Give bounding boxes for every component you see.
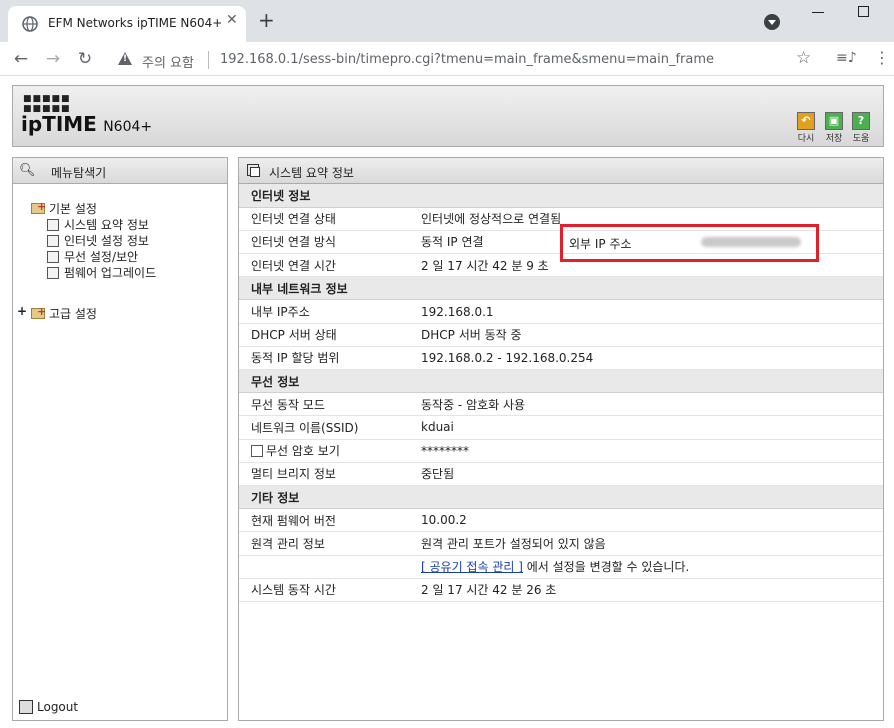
tab-title: EFM Networks ipTIME N604+ — [48, 16, 223, 30]
wireless-icon — [47, 251, 59, 263]
table-row: 무선 동작 모드 동작중 - 암호화 사용 — [239, 392, 883, 417]
close-icon[interactable]: ✕ — [226, 12, 238, 28]
save-button[interactable]: ▣ 저장 — [823, 112, 845, 144]
media-control-icon[interactable]: ≡♪ — [836, 50, 857, 66]
menu-explorer: 🔍︎ 메뉴탐색기 기본 설정 시스템 요약 정보 인터넷 설정 정보 무선 설정… — [12, 157, 228, 721]
table-row: 네트워크 이름(SSID) kduai — [239, 415, 883, 440]
undo-button[interactable]: ↶ 다시 — [795, 112, 817, 144]
menu-explorer-title: 메뉴탐색기 — [51, 166, 107, 180]
address-separator — [208, 51, 209, 69]
section-wireless: 무선 정보 — [239, 369, 883, 394]
section-lan: 내부 네트워크 정보 — [239, 276, 883, 301]
save-icon: ▣ — [825, 112, 843, 130]
table-row: 멀티 브리지 정보 중단됨 — [239, 462, 883, 486]
table-row: 시스템 동작 시간 2 일 17 시간 42 분 26 초 — [239, 578, 883, 602]
logout-icon — [19, 700, 33, 714]
magnifier-icon: 🔍︎ — [19, 163, 36, 178]
tree-folder-basic[interactable]: 기본 설정 — [31, 200, 97, 217]
external-ip-label: 외부 IP 주소 — [569, 237, 632, 251]
new-tab-button[interactable]: + — [258, 10, 275, 30]
minimize-icon[interactable] — [812, 12, 824, 13]
help-button[interactable]: ? 도움 — [850, 112, 872, 144]
reload-icon[interactable]: ↻ — [74, 48, 96, 70]
table-row: [ 공유기 접속 관리 ] 에서 설정을 변경할 수 있습니다. — [239, 555, 883, 579]
table-row: 원격 관리 정보 원격 관리 포트가 설정되어 있지 않음 — [239, 531, 883, 556]
show-password-checkbox[interactable] — [251, 445, 263, 458]
back-icon[interactable]: ← — [10, 48, 32, 70]
system-summary-panel: 시스템 요약 정보 인터넷 정보 인터넷 연결 상태 인터넷에 정상적으로 연결됨… — [238, 157, 884, 721]
url-text[interactable]: 192.168.0.1/sess-bin/timepro.cgi?tmenu=m… — [220, 52, 714, 67]
external-ip-highlight: 외부 IP 주소 — [560, 224, 819, 262]
menu-item-system-summary[interactable]: 시스템 요약 정보 — [47, 216, 149, 233]
menu-item-internet-settings[interactable]: 인터넷 설정 정보 — [47, 232, 149, 249]
address-bar[interactable]: ! 주의 요함 192.168.0.1/sess-bin/timepro.cgi… — [108, 46, 826, 74]
table-row: 동적 IP 할당 범위 192.168.0.2 - 192.168.0.254 — [239, 346, 883, 371]
forward-icon[interactable]: → — [42, 48, 64, 70]
wireless-password-masked: ******** — [409, 439, 883, 463]
browser-tab[interactable]: EFM Networks ipTIME N604+ ✕ — [8, 6, 246, 42]
star-icon[interactable]: ☆ — [796, 48, 811, 68]
section-etc: 기타 정보 — [239, 485, 883, 510]
browser-tabstrip: EFM Networks ipTIME N604+ ✕ + — [0, 0, 894, 42]
router-page: ■■■■■ ■■■■■ ipTIME N604+ ↶ 다시 ▣ 저장 ? 도움 🔍… — [0, 77, 894, 728]
monitor-icon — [47, 235, 59, 247]
table-row: DHCP 서버 상태 DHCP 서버 동작 중 — [239, 323, 883, 347]
table-row: 무선 암호 보기 ******** — [239, 439, 883, 463]
external-ip-redacted — [701, 237, 801, 247]
table-row: 현재 펌웨어 버전 10.00.2 — [239, 508, 883, 533]
tree-folder-advanced[interactable]: 고급 설정 — [31, 305, 97, 322]
expand-icon[interactable]: + — [17, 304, 27, 318]
upgrade-icon — [47, 267, 59, 279]
logo-dots-icon: ■■■■■ ■■■■■ — [23, 94, 71, 114]
tab-search-icon[interactable] — [764, 14, 780, 30]
menu-item-wireless-security[interactable]: 무선 설정/보안 — [47, 248, 138, 265]
logout-button[interactable]: Logout — [19, 700, 78, 714]
help-icon: ? — [852, 112, 870, 130]
section-internet: 인터넷 정보 — [239, 184, 883, 208]
router-header: ■■■■■ ■■■■■ ipTIME N604+ ↶ 다시 ▣ 저장 ? 도움 — [12, 85, 884, 147]
panel-header: 시스템 요약 정보 — [239, 158, 883, 184]
folder-icon — [31, 200, 46, 214]
browser-toolbar: ← → ↻ ! 주의 요함 192.168.0.1/sess-bin/timep… — [0, 42, 894, 76]
table-row: 내부 IP주소 192.168.0.1 — [239, 299, 883, 324]
folder-icon — [31, 305, 46, 319]
router-access-management-link[interactable]: [ 공유기 접속 관리 ] — [421, 560, 523, 574]
menu-explorer-header: 🔍︎ 메뉴탐색기 — [13, 158, 227, 184]
chart-icon — [47, 219, 59, 231]
menu-item-firmware-upgrade[interactable]: 펌웨어 업그레이드 — [47, 264, 156, 281]
maximize-icon[interactable] — [858, 6, 869, 17]
undo-icon: ↶ — [797, 112, 815, 130]
globe-icon — [22, 16, 38, 32]
router-logo: ipTIME N604+ — [21, 112, 153, 136]
warning-icon: ! — [118, 52, 132, 65]
more-menu-icon[interactable]: ⋮ — [874, 48, 890, 67]
window-icon — [247, 164, 260, 177]
security-warning-label[interactable]: 주의 요함 — [142, 52, 194, 71]
panel-title: 시스템 요약 정보 — [269, 166, 354, 180]
